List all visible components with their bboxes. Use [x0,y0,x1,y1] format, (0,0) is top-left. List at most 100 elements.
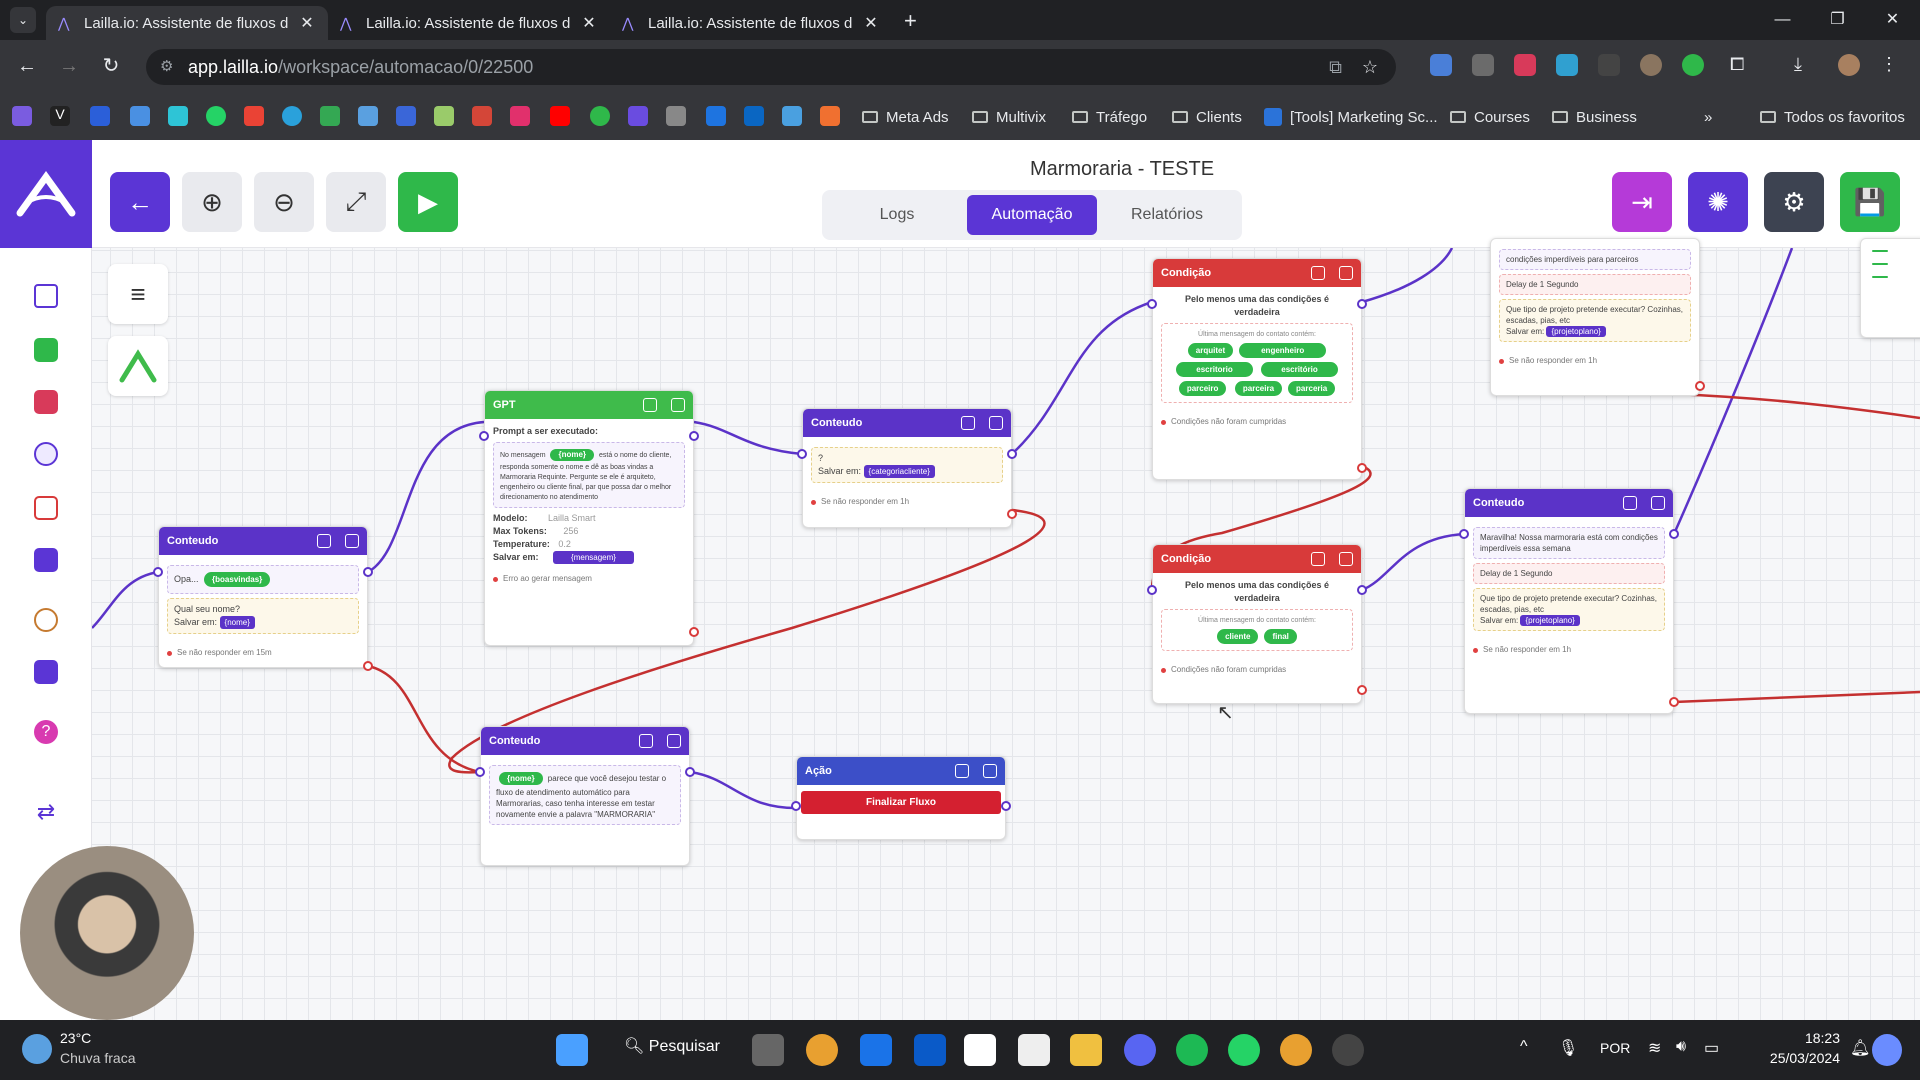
input-port[interactable] [791,801,801,811]
duplicate-icon[interactable] [1311,266,1325,280]
output-port[interactable] [685,767,695,777]
error-port[interactable] [689,627,699,637]
node-condicao-cliente[interactable]: Condição Pelo menos uma das condições é … [1147,544,1367,704]
back-button[interactable]: ← [110,172,170,232]
input-port[interactable] [153,567,163,577]
duplicate-icon[interactable] [955,764,969,778]
bookmark-icon[interactable] [820,106,840,126]
extension-icon[interactable] [1514,54,1536,76]
weather-icon[interactable] [22,1034,52,1064]
output-port[interactable] [689,431,699,441]
bookmark-icon[interactable] [358,106,378,126]
duplicate-icon[interactable] [643,398,657,412]
node-condicao-parceiros[interactable]: Condição Pelo menos uma das condições é … [1147,258,1367,480]
app-icon[interactable] [1332,1034,1364,1066]
tab-automacao[interactable]: Automação [967,195,1097,235]
tray-chevron-icon[interactable]: ^ [1520,1038,1528,1056]
output-port[interactable] [1001,801,1011,811]
browser-tab-1[interactable]: ⋀ Lailla.io: Assistente de fluxos d ✕ [46,6,328,40]
profile-avatar[interactable] [1838,54,1860,76]
bookmark-meta-ads[interactable]: Meta Ads [862,100,949,134]
extension-icon[interactable] [1682,54,1704,76]
node-offscreen-partial[interactable] [1860,238,1920,338]
node-header[interactable]: Conteudo [481,727,689,755]
bookmark-icon[interactable] [434,106,454,126]
profile-icon[interactable] [34,608,58,632]
false-port[interactable] [1357,463,1367,473]
bookmark-clients[interactable]: Clients [1172,100,1242,134]
home-icon[interactable] [34,284,58,308]
wifi-icon[interactable]: ≋ [1648,1038,1661,1058]
copilot-icon[interactable] [1872,1034,1902,1066]
linkedin-icon[interactable] [744,106,764,126]
bookmark-icon[interactable] [244,106,264,126]
chrome-profile-icon[interactable] [1280,1034,1312,1066]
close-icon[interactable]: ✕ [298,13,316,33]
false-port[interactable] [1357,685,1367,695]
close-window-icon[interactable]: ✕ [1865,0,1920,40]
browser-tab-3[interactable]: ⋀ Lailla.io: Assistente de fluxos d ✕ [610,6,892,40]
clock-time[interactable]: 18:23 [1760,1030,1840,1046]
node-conteudo-categoria[interactable]: Conteudo ? Salvar em: {categoriacliente} … [797,408,1017,528]
download-icon[interactable]: ⤓ [1794,54,1816,76]
flow-icon[interactable] [34,442,58,466]
ai-brain-icon[interactable]: ✺ [1688,172,1748,232]
true-port[interactable] [1357,299,1367,309]
microphone-icon[interactable]: 🎙︎ [1558,1038,1578,1058]
node-header[interactable]: Condição [1153,259,1361,287]
finalizar-fluxo-button[interactable]: Finalizar Fluxo [801,791,1001,814]
chrome-icon[interactable] [806,1034,838,1066]
node-header[interactable]: Conteudo [1465,489,1673,517]
timeout-port[interactable] [1695,381,1705,391]
bookmarks-overflow-button[interactable]: » [1704,100,1712,134]
zoom-in-icon[interactable]: ⊕ [182,172,242,232]
play-icon[interactable]: ▶ [398,172,458,232]
duplicate-icon[interactable] [1311,552,1325,566]
extension-icon[interactable] [1430,54,1452,76]
close-icon[interactable]: ✕ [862,13,880,33]
input-port[interactable] [1147,299,1157,309]
discord-icon[interactable] [34,660,58,684]
gmail-icon[interactable] [472,106,492,126]
dashboard-icon[interactable] [34,548,58,572]
task-view-icon[interactable] [752,1034,784,1066]
cart-icon[interactable] [34,496,58,520]
node-header[interactable]: Condição [1153,545,1361,573]
bookmark-multivix[interactable]: Multivix [972,100,1046,134]
input-port[interactable] [475,767,485,777]
tab-search-icon[interactable]: ⌄ [10,7,36,33]
bookmark-icon[interactable] [90,106,110,126]
edit-icon[interactable] [989,416,1003,430]
more-menu-icon[interactable]: ⋮ [1880,54,1902,76]
lailla-logo[interactable] [0,140,92,248]
telegram-icon[interactable] [282,106,302,126]
node-acao[interactable]: Ação Finalizar Fluxo [791,756,1011,840]
node-conteudo-projeto[interactable]: Conteudo Maravilha! Nossa marmoraria est… [1459,488,1679,714]
bookmark-icon[interactable]: V [50,106,70,126]
star-icon[interactable]: ☆ [1362,49,1378,85]
close-icon[interactable]: ✕ [580,13,598,33]
swap-icon[interactable]: ⇄ [34,800,58,824]
minimize-icon[interactable]: — [1755,0,1810,40]
new-tab-button[interactable]: + [892,8,929,40]
extension-icon[interactable] [1472,54,1494,76]
extension-icon[interactable] [1640,54,1662,76]
file-explorer-icon[interactable] [1070,1034,1102,1066]
flow-canvas[interactable]: ≡ Conteudo Opa... {boasvindas} Qual seu … [92,238,1920,1020]
edit-icon[interactable] [667,734,681,748]
fullscreen-icon[interactable]: ⤢ [326,172,386,232]
save-icon[interactable]: 💾 [1840,172,1900,232]
instagram-icon[interactable] [510,106,530,126]
output-port[interactable] [1669,529,1679,539]
timeout-port[interactable] [363,661,373,671]
extensions-puzzle-icon[interactable]: ⧠ [1730,54,1752,76]
outlook-icon[interactable] [914,1034,946,1066]
node-header[interactable]: Conteudo [159,527,367,555]
discord-taskbar-icon[interactable] [1124,1034,1156,1066]
node-conteudo-nome[interactable]: Conteudo Opa... {boasvindas} Qual seu no… [153,526,373,671]
edit-icon[interactable] [1651,496,1665,510]
bookmark-icon[interactable] [590,106,610,126]
zoom-out-icon[interactable]: ⊖ [254,172,314,232]
volume-icon[interactable]: 🔊︎ [1676,1038,1686,1056]
node-header[interactable]: Conteudo [803,409,1011,437]
